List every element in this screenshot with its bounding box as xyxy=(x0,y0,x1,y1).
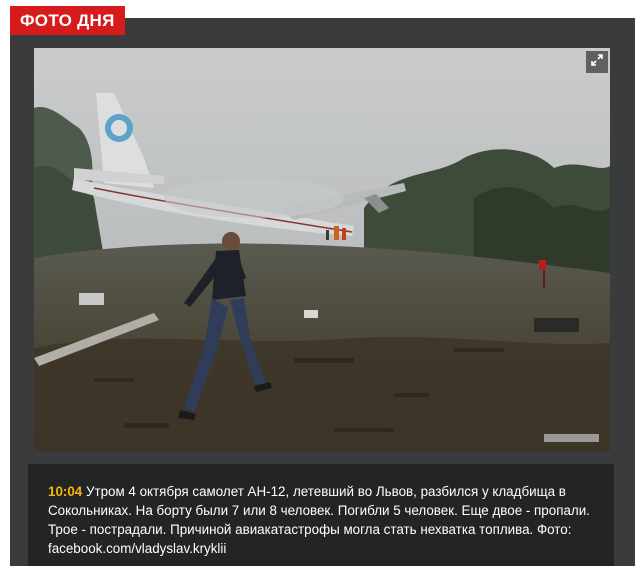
photo-caption-panel: 10:04 Утром 4 октября самолет АН-12, лет… xyxy=(28,464,614,566)
caption-time: 10:04 xyxy=(48,484,83,499)
photo-caption: 10:04 Утром 4 октября самолет АН-12, лет… xyxy=(48,482,600,558)
expand-icon xyxy=(591,53,603,71)
expand-photo-button[interactable] xyxy=(586,51,608,73)
photo-of-day-badge: ФОТО ДНЯ xyxy=(10,6,125,35)
photo-source-link[interactable]: facebook.com/vladyslav.kryklii xyxy=(48,541,226,556)
photo-of-day-image[interactable] xyxy=(34,48,610,451)
caption-text: Утром 4 октября самолет АН-12, летевший … xyxy=(48,484,590,537)
